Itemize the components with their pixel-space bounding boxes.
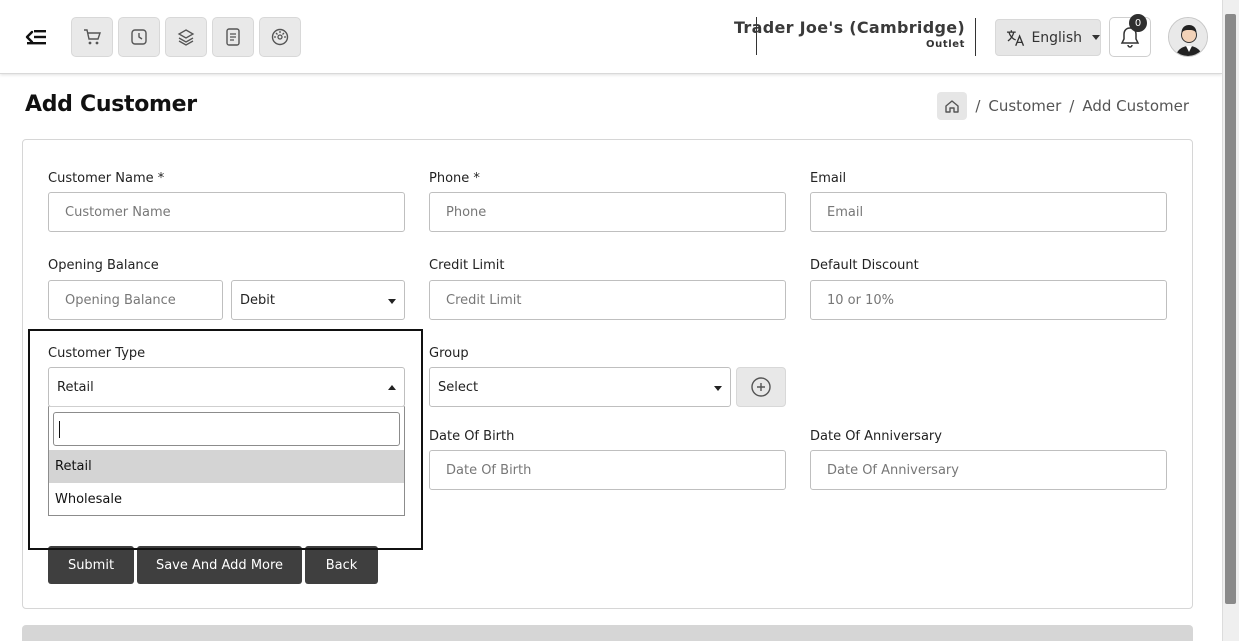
notification-count-badge: 0 (1129, 14, 1147, 32)
top-header: Trader Joe's (Cambridge) Outlet English … (0, 0, 1222, 74)
user-avatar[interactable] (1168, 17, 1208, 57)
add-group-button[interactable] (736, 367, 786, 407)
plus-circle-icon (751, 377, 771, 397)
date-of-anniversary-label: Date Of Anniversary (810, 429, 942, 444)
breadcrumb: / Customer / Add Customer (937, 92, 1189, 120)
scrollbar-thumb[interactable] (1225, 14, 1236, 604)
store-type: Outlet (926, 39, 965, 50)
balance-type-select[interactable]: Debit (231, 280, 405, 320)
cart-icon[interactable] (71, 17, 113, 57)
group-label: Group (429, 346, 469, 361)
balance-type-value: Debit (240, 292, 275, 308)
home-icon[interactable] (937, 92, 968, 120)
notification-button[interactable]: 0 (1109, 14, 1151, 57)
email-label: Email (810, 171, 847, 186)
dropdown-option-wholesale[interactable]: Wholesale (49, 483, 404, 516)
store-name: Trader Joe's (Cambridge) (733, 18, 965, 37)
date-of-anniversary-input[interactable]: Date Of Anniversary (810, 450, 1167, 490)
credit-limit-input[interactable]: Credit Limit (429, 280, 786, 320)
group-select[interactable]: Select (429, 367, 731, 407)
menu-collapse-icon[interactable] (24, 25, 48, 49)
phone-label: Phone * (429, 171, 480, 186)
credit-limit-label: Credit Limit (429, 258, 505, 273)
opening-balance-label: Opening Balance (48, 258, 159, 273)
phone-input[interactable]: Phone (429, 192, 786, 232)
page-title: Add Customer (25, 92, 197, 117)
chevron-down-icon (1092, 35, 1100, 40)
language-label: English (1031, 29, 1082, 46)
group-value: Select (438, 379, 479, 395)
date-of-birth-label: Date Of Birth (429, 429, 515, 444)
page-scrollbar[interactable] (1222, 0, 1239, 641)
submit-button[interactable]: Submit (48, 546, 134, 584)
customer-name-label: Customer Name * (48, 171, 165, 186)
layers-icon[interactable] (165, 17, 207, 57)
back-button[interactable]: Back (305, 546, 378, 584)
breadcrumb-separator: / (975, 97, 981, 115)
save-and-add-more-button[interactable]: Save And Add More (137, 546, 302, 584)
customer-type-dropdown: Retail Wholesale (48, 406, 405, 516)
caret-down-icon (388, 299, 396, 304)
dropdown-option-retail[interactable]: Retail (49, 450, 404, 483)
history-icon[interactable] (118, 17, 160, 57)
footer-panel (22, 625, 1193, 641)
caret-down-icon (714, 386, 722, 391)
breadcrumb-current: Add Customer (1082, 97, 1189, 115)
breadcrumb-separator: / (1069, 97, 1075, 115)
customer-name-input[interactable]: Customer Name (48, 192, 405, 232)
breadcrumb-customer[interactable]: Customer (988, 97, 1061, 115)
default-discount-input[interactable]: 10 or 10% (810, 280, 1167, 320)
language-select[interactable]: English (995, 19, 1101, 56)
opening-balance-input[interactable]: Opening Balance (48, 280, 223, 320)
store-info: Trader Joe's (Cambridge) Outlet (734, 18, 976, 56)
dashboard-icon[interactable] (259, 17, 301, 57)
text-cursor (59, 421, 60, 438)
translate-icon (1006, 29, 1025, 46)
receipt-icon[interactable] (212, 17, 254, 57)
default-discount-label: Default Discount (810, 258, 919, 273)
email-input[interactable]: Email (810, 192, 1167, 232)
date-of-birth-input[interactable]: Date Of Birth (429, 450, 786, 490)
dropdown-search-input[interactable] (53, 412, 400, 446)
